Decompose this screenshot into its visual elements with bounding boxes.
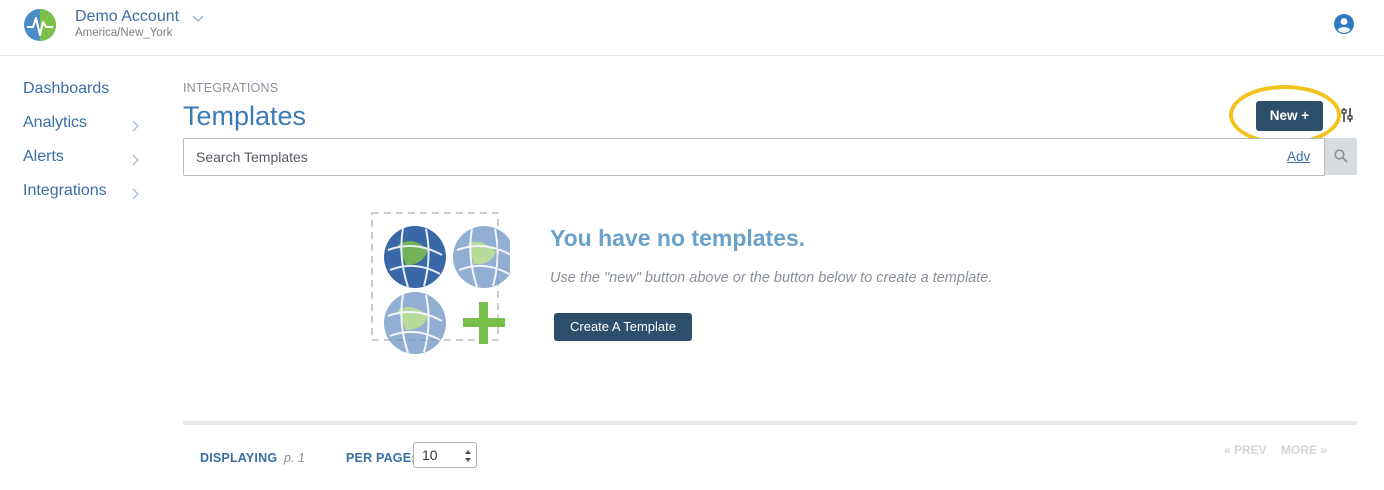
sidebar-item-alerts[interactable]: Alerts [23,148,148,172]
sidebar-item-label: Analytics [23,114,88,131]
per-page-label: PER PAGE: [346,451,416,465]
empty-state-description: Use the "new" button above or the button… [550,270,993,286]
logo-icon[interactable] [23,8,57,42]
more-page-link[interactable]: MORE » [1281,443,1327,457]
stepper-arrows-icon [465,450,471,462]
search-icon [1334,149,1348,163]
create-template-button[interactable]: Create A Template [554,313,692,341]
sidebar-item-dashboards[interactable]: Dashboards [23,80,148,104]
chevron-right-icon [132,188,139,200]
user-circle-icon[interactable] [1334,14,1354,34]
breadcrumb[interactable]: INTEGRATIONS [183,81,278,95]
per-page-select[interactable]: 10 [413,442,477,468]
sidebar-item-label: Alerts [23,148,64,165]
pagination-divider [183,421,1357,425]
empty-state-title: You have no templates. [550,225,806,251]
advanced-search-link[interactable]: Adv [1287,149,1310,164]
sidebar-item-analytics[interactable]: Analytics [23,114,148,138]
top-bar: Demo Account America/New_York [0,0,1384,56]
prev-page-link[interactable]: « PREV [1224,443,1267,457]
sidebar-item-label: Dashboards [23,80,110,97]
templates-globe-illustration [371,212,510,354]
sidebar-item-integrations[interactable]: Integrations [23,182,148,206]
page-number: p. 1 [284,451,305,465]
displaying-label: DISPLAYING [200,451,278,465]
sidebar-item-label: Integrations [23,182,107,199]
column-settings-icon[interactable] [1340,105,1354,125]
chevron-right-icon [132,120,139,132]
chevron-down-icon[interactable] [192,14,204,24]
search-input[interactable] [183,138,1325,176]
per-page-value: 10 [422,447,438,463]
search-button[interactable] [1325,138,1357,175]
page-title: Templates [183,101,307,131]
chevron-right-icon [132,154,139,166]
account-name[interactable]: Demo Account [75,8,179,26]
account-timezone: America/New_York [75,27,173,39]
new-template-button[interactable]: New + [1256,101,1323,131]
